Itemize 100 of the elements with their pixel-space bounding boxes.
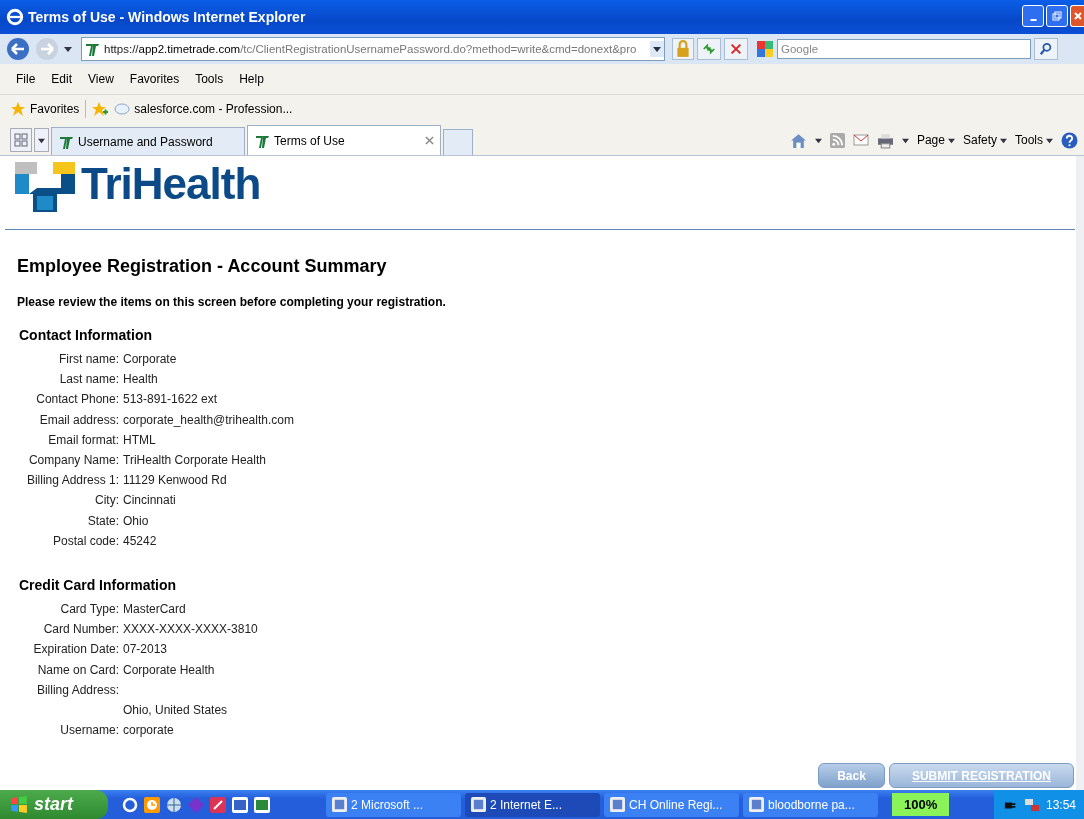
field-label: Contact Phone: xyxy=(36,392,119,407)
back-button[interactable] xyxy=(6,36,32,62)
refresh-icon xyxy=(702,42,716,56)
caret-icon xyxy=(38,136,45,144)
field-label: Billing Address 1: xyxy=(26,473,119,488)
restore-button[interactable] xyxy=(1046,5,1068,27)
window-icon xyxy=(471,797,486,812)
minimize-icon xyxy=(1029,19,1037,21)
site-icon xyxy=(84,41,100,57)
field-value: Ohio xyxy=(123,513,149,528)
field-value: Ohio, United States xyxy=(123,702,228,717)
page-heading: Employee Registration - Account Summary xyxy=(17,256,388,277)
intro-text: Please review the items on this screen before completing your registration. xyxy=(17,295,447,309)
favorites-button[interactable]: Favorites xyxy=(10,100,80,117)
browser-tab[interactable]: Terms of Use xyxy=(247,125,441,155)
window-icon xyxy=(749,797,764,812)
menu-item[interactable]: Tools xyxy=(187,72,232,86)
taskbar-button[interactable]: 2 Microsoft ... xyxy=(326,792,461,817)
stop-icon xyxy=(729,42,743,56)
field-value: corporate_health@trihealth.com xyxy=(123,412,294,427)
menu-item[interactable]: File xyxy=(8,72,44,86)
restore-icon xyxy=(1052,11,1062,21)
field-value: MasterCard xyxy=(123,601,186,616)
taskbar-button[interactable]: 2 Internet E... xyxy=(465,792,600,817)
scrollbar[interactable] xyxy=(1076,156,1084,790)
logo: TriHealth xyxy=(81,158,261,210)
grid-icon xyxy=(14,133,28,147)
start-button[interactable]: start xyxy=(0,790,108,819)
window-icon xyxy=(610,797,625,812)
search-button[interactable] xyxy=(1034,38,1058,60)
star-icon xyxy=(10,100,26,117)
caret-icon[interactable] xyxy=(901,136,909,144)
field-label: Card Number: xyxy=(43,622,119,637)
field-value: Corporate Health xyxy=(123,662,215,677)
field-value: Health xyxy=(123,372,158,387)
globe-icon[interactable] xyxy=(166,796,182,813)
close-icon xyxy=(1072,11,1083,21)
feed-icon[interactable] xyxy=(829,132,845,148)
menu-item[interactable]: View xyxy=(80,72,122,86)
menu-item[interactable]: Favorites xyxy=(121,72,188,86)
network-icon xyxy=(1023,796,1040,813)
spreadsheet-icon[interactable] xyxy=(254,796,270,813)
taskbar-button[interactable]: bloodborne pa... xyxy=(743,792,878,817)
pen-icon[interactable] xyxy=(210,796,226,813)
caret-icon xyxy=(1046,136,1053,144)
field-label: Postal code: xyxy=(52,533,119,548)
section-heading: Contact Information xyxy=(19,327,153,343)
cross-logo-icon xyxy=(15,162,75,212)
field-value: XXXX-XXXX-XXXX-3810 xyxy=(123,622,258,637)
close-tab-icon[interactable] xyxy=(425,136,434,145)
field-value: HTML xyxy=(123,432,156,447)
field-value: 07-2013 xyxy=(123,642,168,657)
address-field[interactable]: https://app2.timetrade.com/tc/ClientRegistrationUsernamePassword.do?method=write&cmd=donext&pro xyxy=(81,37,665,61)
taskbar-button[interactable]: CH Online Regi... xyxy=(604,792,739,817)
clock-icon[interactable] xyxy=(144,796,160,813)
field-value: 513-891-1622 ext xyxy=(123,392,218,407)
caret-icon xyxy=(947,136,955,144)
dropdown-icon[interactable] xyxy=(650,41,664,57)
close-button[interactable] xyxy=(1070,5,1084,27)
search-field[interactable]: Google xyxy=(777,39,1031,59)
battery-level: 100% xyxy=(892,793,950,816)
mail-icon[interactable] xyxy=(852,134,869,146)
caret-icon xyxy=(64,45,72,53)
menu-item[interactable]: Help xyxy=(231,72,272,86)
tab-list-button[interactable] xyxy=(34,128,49,152)
windows-logo-icon xyxy=(10,795,28,814)
help-icon[interactable] xyxy=(1061,131,1078,149)
command-menu[interactable]: Tools xyxy=(1015,133,1053,147)
field-value: TriHealth Corporate Health xyxy=(123,453,266,468)
command-menu[interactable]: Safety xyxy=(962,133,1007,147)
window-icon xyxy=(332,797,347,812)
field-value: 11129 Kenwood Rd xyxy=(123,473,227,488)
field-value: corporate xyxy=(123,723,174,738)
field-label: Billing Address: xyxy=(36,682,119,697)
field-label: Email address: xyxy=(39,412,119,427)
field-value: Corporate xyxy=(123,352,177,367)
field-label: Card Type: xyxy=(60,601,119,616)
refresh-button[interactable] xyxy=(697,38,721,60)
field-label: Last name: xyxy=(59,372,119,387)
printer-icon[interactable] xyxy=(876,131,894,149)
url-text: https://app2.timetrade.com/tc/ClientRegistrationUsernamePassword.do?method=write&cmd=donext&pro xyxy=(104,43,638,55)
field-value: 45242 xyxy=(123,533,157,548)
clock: 13:54 xyxy=(1045,797,1076,812)
home-icon[interactable] xyxy=(789,131,807,149)
field-label: Email format: xyxy=(48,432,119,447)
caret-icon[interactable] xyxy=(814,136,822,144)
section-heading: Credit Card Information xyxy=(19,576,178,593)
document-icon[interactable] xyxy=(232,796,248,813)
search-icon xyxy=(1039,42,1053,56)
browser-tab[interactable]: Username and Password xyxy=(51,127,245,155)
menu-item[interactable]: Edit xyxy=(43,72,81,86)
window-title: Terms of Use - Windows Internet Explorer xyxy=(28,9,307,25)
web-slice-icon xyxy=(114,102,131,115)
field-label: State: xyxy=(87,513,119,528)
favorite-link[interactable]: salesforce.com - Profession... xyxy=(114,101,293,116)
command-menu[interactable]: Page xyxy=(916,133,955,147)
field-label: Company Name: xyxy=(28,453,119,468)
add-favorite-icon[interactable] xyxy=(92,100,109,117)
stop-button[interactable] xyxy=(724,38,748,60)
minimize-button[interactable] xyxy=(1022,5,1044,27)
